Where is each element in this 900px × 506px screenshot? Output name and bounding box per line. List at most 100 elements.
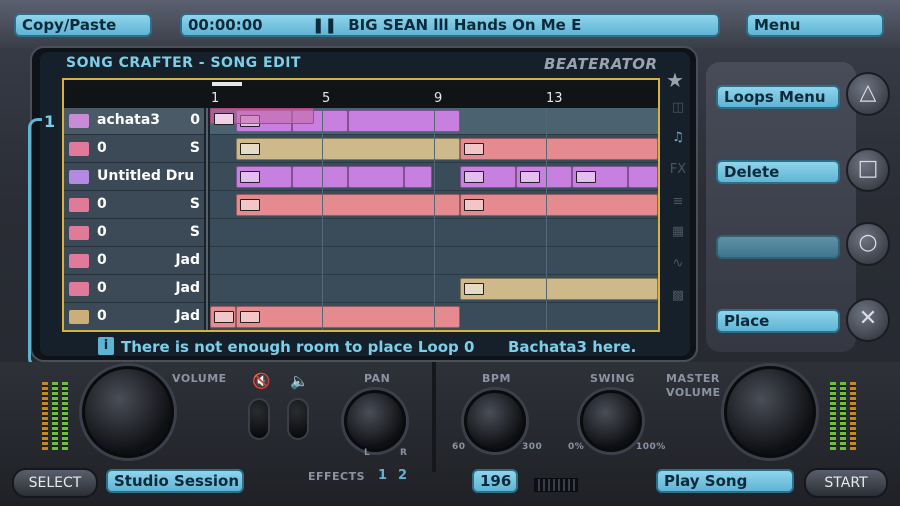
track-name: 0 (97, 196, 107, 212)
level-meter-left-icon (52, 382, 58, 450)
swing-label: SWING (590, 372, 635, 385)
ghost-loop-placement (210, 108, 314, 125)
time-display: 00:00:00 (188, 16, 263, 34)
keyboard-icon (69, 226, 89, 240)
effects-1-label[interactable]: 1 (378, 468, 388, 483)
loop-clip[interactable] (628, 166, 658, 188)
track-row[interactable]: 0 Jad (64, 248, 204, 275)
bpm-max-label: 300 (522, 442, 543, 452)
loops-menu-button[interactable]: Loops Menu (716, 85, 840, 109)
beaterator-logo: BEATERATOR (544, 55, 658, 73)
ruler-mark-9: 9 (434, 91, 443, 106)
mute-speaker-icon[interactable]: 🔇 (252, 372, 271, 390)
keyboard-icon (240, 311, 260, 323)
loop-clip[interactable] (210, 306, 236, 328)
swing-knob[interactable] (580, 390, 642, 452)
square-button-icon[interactable]: □ (846, 148, 890, 192)
triangle-button-icon[interactable]: △ (846, 72, 890, 116)
bpm-min-label: 60 (452, 442, 466, 452)
drum-icon (576, 171, 596, 183)
master-volume-knob[interactable] (724, 366, 816, 458)
track-value: S (189, 140, 200, 156)
song-title: BIG SEAN lll Hands On Me E (348, 16, 582, 34)
keyboard-icon (69, 142, 89, 156)
pan-knob[interactable] (344, 390, 406, 452)
bpm-knob[interactable] (464, 390, 526, 452)
play-song-button[interactable]: Play Song (656, 469, 794, 493)
screen-title: SONG CRAFTER - SONG EDIT (66, 55, 301, 71)
effects-toggle-2[interactable] (287, 398, 309, 440)
info-icon: i (98, 337, 114, 355)
loop-clip[interactable] (348, 110, 460, 132)
menu-button[interactable]: Menu (746, 13, 884, 37)
track-row[interactable]: 0 S (64, 136, 204, 163)
loop-clip[interactable] (460, 138, 658, 160)
loop-clip[interactable] (460, 278, 658, 300)
deck-divider (432, 362, 436, 472)
track-row[interactable]: Untitled Drur (64, 164, 204, 191)
delete-button[interactable]: Delete (716, 160, 840, 184)
wave-icon[interactable]: ∿ (668, 256, 688, 274)
drum-icon (69, 170, 89, 184)
track-name: achata3 (97, 112, 161, 128)
pause-icon: ❚❚ (311, 16, 337, 34)
keyboard-icon (464, 283, 484, 295)
track-row[interactable]: 0 S (64, 220, 204, 247)
pan-left-label: L (364, 448, 371, 458)
select-button[interactable]: SELECT (12, 468, 98, 498)
track-row[interactable]: 0 Jad (64, 276, 204, 303)
volume-knob[interactable] (82, 366, 174, 458)
track-name: 0 (97, 140, 107, 156)
group-bracket (28, 118, 42, 368)
bar-line (434, 108, 435, 330)
loop-clip[interactable] (460, 194, 658, 216)
cross-button-icon[interactable]: ✕ (846, 298, 890, 342)
loop-clip[interactable] (292, 166, 348, 188)
empty-action-button[interactable] (716, 235, 840, 259)
loop-clip[interactable] (572, 166, 628, 188)
drum-icon (240, 171, 260, 183)
keyboard-icon (240, 199, 260, 211)
level-meter-right-icon (830, 382, 836, 450)
track-row[interactable]: achata3 0 (64, 108, 204, 135)
speaker-icon[interactable]: 🔈 (290, 372, 309, 390)
studio-session-button[interactable]: Studio Session (106, 469, 244, 493)
effects-toggle-1[interactable] (248, 398, 270, 440)
circle-button-icon[interactable]: ○ (846, 222, 890, 266)
loop-clip[interactable] (236, 306, 460, 328)
loop-clip[interactable] (236, 194, 460, 216)
swing-min-label: 0% (568, 442, 585, 452)
loop-clip[interactable] (236, 138, 460, 160)
sliders-icon[interactable]: ≡ (668, 194, 688, 212)
loop-clip[interactable] (460, 166, 516, 188)
fx-icon[interactable]: FX (668, 162, 688, 180)
grid-icon[interactable]: ▩ (668, 288, 688, 306)
keyboard-icon (69, 254, 89, 268)
loop-clip[interactable] (348, 166, 404, 188)
timeline-ruler[interactable]: 1 5 9 13 (64, 80, 658, 108)
keys-icon[interactable]: ▦ (668, 224, 688, 242)
screen-mode-icons: ◫ ♫ FX ≡ ▦ ∿ ▩ (666, 70, 690, 340)
keyboard-icon (69, 282, 89, 296)
place-button[interactable]: Place (716, 309, 840, 333)
level-meter-left-icon (42, 382, 48, 450)
level-meter-left-icon (62, 382, 68, 450)
loop-clip[interactable] (516, 166, 572, 188)
loop-clip[interactable] (236, 166, 292, 188)
start-button[interactable]: START (804, 468, 888, 498)
level-meter-right-icon (850, 382, 856, 450)
drum-icon (520, 171, 540, 183)
song-grid[interactable]: 1 5 9 13 achata3 0 0 S Untitled Drur 0 S… (62, 78, 660, 332)
loop-clip[interactable] (404, 166, 432, 188)
track-row[interactable]: 0 Jad (64, 304, 204, 331)
status-message: There is not enough room to place Loop 0 (121, 338, 475, 356)
headphones-icon[interactable]: ◫ (668, 100, 688, 118)
track-row[interactable]: 0 S (64, 192, 204, 219)
ruler-mark-13: 13 (546, 91, 563, 106)
copy-paste-button[interactable]: Copy/Paste (14, 13, 152, 37)
swing-max-label: 100% (636, 442, 666, 452)
music-note-icon[interactable]: ♫ (668, 130, 688, 148)
effects-2-label[interactable]: 2 (398, 468, 408, 483)
volume-label: VOLUME (172, 372, 227, 385)
bpm-label: BPM (482, 372, 511, 385)
